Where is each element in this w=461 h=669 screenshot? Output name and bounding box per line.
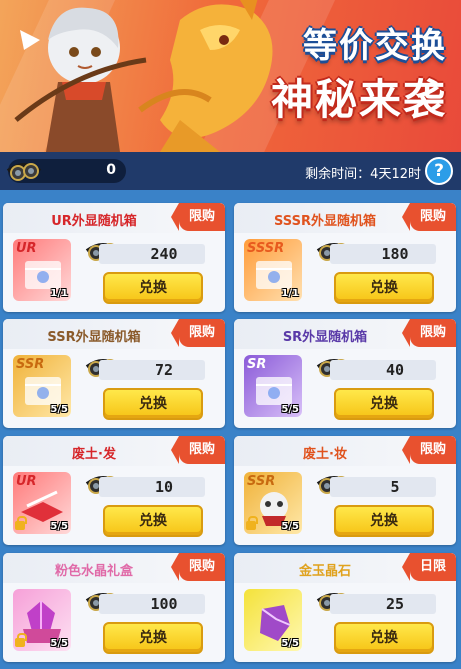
price-bar: 100: [99, 594, 205, 614]
item-icon[interactable]: SR 5/5: [244, 355, 302, 417]
item-name: SR外显随机箱: [282, 330, 368, 345]
exchange-card-2: SSSR外显随机箱 限购 SSSR 1/1 180 兑换: [234, 203, 456, 312]
limit-tag: 限购: [402, 203, 456, 231]
item-icon[interactable]: 5/5: [13, 589, 71, 651]
exchange-button[interactable]: 兑换: [334, 505, 434, 537]
exchange-button[interactable]: 兑换: [334, 388, 434, 420]
purchase-count: 5/5: [50, 638, 68, 649]
purchase-count: 5/5: [281, 638, 299, 649]
lock-icon: [15, 516, 27, 530]
limit-tag: 限购: [171, 319, 225, 347]
dragon-image: [138, 0, 273, 152]
price-bar: 180: [330, 244, 436, 264]
exchange-button[interactable]: 兑换: [334, 622, 434, 654]
item-price: 72: [154, 361, 174, 379]
limit-tag: 限购: [171, 203, 225, 231]
limit-tag: 限购: [171, 436, 225, 464]
item-price: 40: [385, 361, 405, 379]
exchange-card-1: UR外显随机箱 限购 UR 1/1 240 兑换: [3, 203, 225, 312]
lock-icon: [246, 516, 258, 530]
price-bar: 240: [99, 244, 205, 264]
exchange-card-8: 金玉晶石 日限 5/5 25 兑换: [234, 553, 456, 662]
exchange-card-3: SSR外显随机箱 限购 SSR 5/5 72 兑换: [3, 319, 225, 428]
exchange-button[interactable]: 兑换: [103, 272, 203, 304]
help-button[interactable]: ?: [425, 157, 453, 185]
rarity-label: SSR: [247, 474, 276, 489]
item-price: 180: [381, 245, 409, 263]
remaining-time-label: 剩余时间：: [305, 167, 371, 182]
banner-title-bottom: 神秘来袭: [270, 75, 447, 124]
exchange-card-7: 粉色水晶礼盒 限购 5/5 100 兑换: [3, 553, 225, 662]
limit-tag: 限购: [402, 319, 456, 347]
purchase-count: 5/5: [281, 404, 299, 415]
exchange-card-6: 废土·妆 限购 SSR 5/5 5 兑换: [234, 436, 456, 545]
rarity-label: UR: [16, 241, 37, 256]
banner-title-top: 等价交换: [303, 26, 447, 66]
limit-tag: 限购: [402, 436, 456, 464]
currency-display: 0: [6, 159, 126, 183]
item-icon[interactable]: UR 1/1: [13, 239, 71, 301]
price-bar: 5: [330, 477, 436, 497]
rarity-label: UR: [16, 474, 37, 489]
rarity-label: SR: [247, 357, 267, 372]
remaining-time: 剩余时间：4天12时: [305, 163, 421, 182]
item-name: UR外显随机箱: [51, 214, 137, 229]
item-price: 100: [150, 595, 178, 613]
gear-goggles-icon: [6, 163, 42, 181]
price-bar: 72: [99, 360, 205, 380]
exchange-card-4: SR外显随机箱 限购 SR 5/5 40 兑换: [234, 319, 456, 428]
price-bar: 10: [99, 477, 205, 497]
lock-icon: [15, 633, 27, 647]
rarity-label: SSR: [16, 357, 45, 372]
price-bar: 40: [330, 360, 436, 380]
item-price: 5: [390, 478, 400, 496]
rarity-label: SSSR: [247, 241, 285, 256]
limit-tag: 限购: [171, 553, 225, 581]
item-name: SSSR外显随机箱: [274, 214, 376, 229]
price-bar: 25: [330, 594, 436, 614]
purchase-count: 5/5: [50, 404, 68, 415]
item-name: SSR外显随机箱: [47, 330, 141, 345]
item-price: 10: [154, 478, 174, 496]
item-name: 废土·发: [72, 447, 116, 462]
exchange-button[interactable]: 兑换: [103, 388, 203, 420]
purchase-count: 5/5: [281, 521, 299, 532]
item-price: 240: [150, 245, 178, 263]
item-name: 金玉晶石: [298, 564, 351, 579]
exchange-button[interactable]: 兑换: [334, 272, 434, 304]
item-icon[interactable]: 5/5: [244, 589, 302, 651]
purchase-count: 1/1: [281, 288, 299, 299]
exchange-card-5: 废土·发 限购 UR 5/5 10 兑换: [3, 436, 225, 545]
event-banner: 等价交换 神秘来袭: [0, 0, 461, 152]
item-name: 废土·妆: [303, 447, 347, 462]
item-icon[interactable]: UR 5/5: [13, 472, 71, 534]
remaining-time-value: 4天12时: [370, 167, 421, 182]
purchase-count: 5/5: [50, 521, 68, 532]
exchange-button[interactable]: 兑换: [103, 622, 203, 654]
exchange-button[interactable]: 兑换: [103, 505, 203, 537]
item-icon[interactable]: SSR 5/5: [13, 355, 71, 417]
status-bar: 0 剩余时间：4天12时 ?: [0, 152, 461, 190]
item-icon[interactable]: SSR 5/5: [244, 472, 302, 534]
item-icon[interactable]: SSSR 1/1: [244, 239, 302, 301]
purchase-count: 1/1: [50, 288, 68, 299]
item-name: 粉色水晶礼盒: [54, 564, 133, 579]
currency-amount: 0: [106, 162, 116, 178]
item-price: 25: [385, 595, 405, 613]
limit-tag: 日限: [402, 553, 456, 581]
